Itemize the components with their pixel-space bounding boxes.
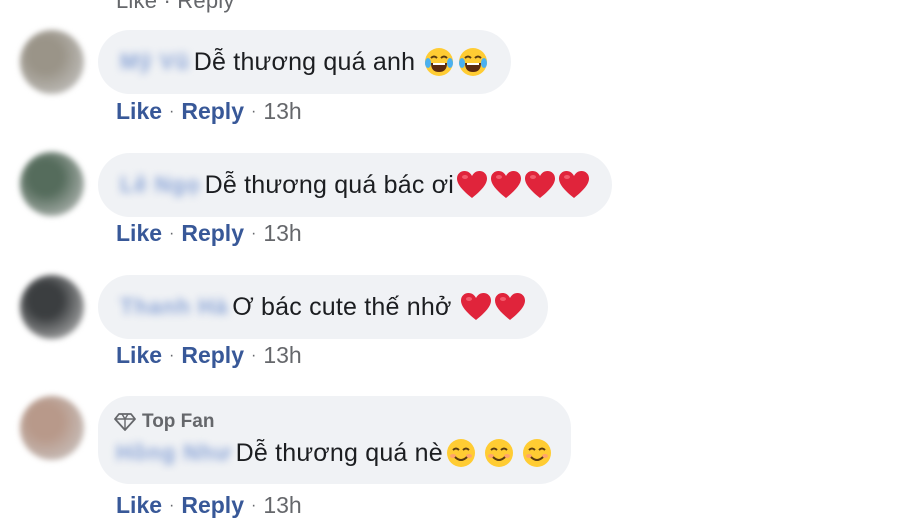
reply-link[interactable]: Reply	[181, 98, 244, 125]
heart-icon	[494, 291, 526, 323]
timestamp[interactable]: 13h	[263, 220, 301, 247]
timestamp[interactable]: 13h	[263, 98, 301, 125]
avatar[interactable]	[20, 152, 84, 216]
laugh-tears-icon	[457, 46, 489, 78]
separator: ·	[251, 496, 257, 514]
separator: ·	[169, 102, 175, 120]
like-link[interactable]: Like	[116, 98, 162, 125]
diamond-icon	[114, 413, 136, 431]
badge-label: Top Fan	[142, 411, 215, 432]
heart-icon	[524, 169, 556, 201]
like-link[interactable]: Like	[116, 220, 162, 247]
separator: ·	[169, 496, 175, 514]
reply-link[interactable]: Reply	[181, 342, 244, 369]
comment-bubble: Lê Ngọ Dễ thương quá bác ơi	[98, 153, 613, 217]
reply-link[interactable]: Reply	[181, 492, 244, 519]
smile-icon	[521, 437, 553, 469]
comment-bubble: Top Fan Hồng Như Dễ thương quá nè	[98, 396, 571, 484]
like-link[interactable]: Like	[116, 342, 162, 369]
commenter-name[interactable]: Thanh Hà	[120, 294, 228, 320]
avatar[interactable]	[20, 396, 84, 460]
commenter-name[interactable]: Hồng Như	[116, 440, 232, 466]
separator: ·	[169, 224, 175, 242]
comment-text: Dễ thương quá anh	[193, 47, 416, 76]
smile-icon	[483, 437, 515, 469]
smile-icon	[445, 437, 477, 469]
previous-comment-actions: Like · Reply	[116, 0, 235, 13]
commenter-name[interactable]: Mỹ Vũ	[120, 49, 190, 75]
commenter-name[interactable]: Lê Ngọ	[120, 172, 201, 198]
avatar[interactable]	[20, 275, 84, 339]
comment-actions: Like · Reply · 13h	[116, 342, 302, 369]
separator: ·	[251, 102, 257, 120]
comment-text: Dễ thương quá nè	[235, 438, 443, 467]
heart-icon	[558, 169, 590, 201]
heart-icon	[460, 291, 492, 323]
heart-icon	[456, 169, 488, 201]
timestamp[interactable]: 13h	[263, 492, 301, 519]
top-fan-badge[interactable]: Top Fan	[114, 411, 214, 433]
separator: ·	[169, 346, 175, 364]
laugh-tears-icon	[423, 46, 455, 78]
comment-text: Ơ bác cute thế nhở	[232, 292, 452, 321]
separator: ·	[251, 346, 257, 364]
comment-bubble: Mỹ Vũ Dễ thương quá anh	[98, 30, 512, 94]
comment-bubble: Thanh Hà Ơ bác cute thế nhở	[98, 275, 548, 339]
timestamp[interactable]: 13h	[263, 342, 301, 369]
comment-actions: Like · Reply · 13h	[116, 492, 302, 519]
comment-actions: Like · Reply · 13h	[116, 220, 302, 247]
avatar[interactable]	[20, 30, 84, 94]
comment-text: Dễ thương quá bác ơi	[204, 170, 455, 199]
separator: ·	[251, 224, 257, 242]
heart-icon	[490, 169, 522, 201]
reply-link[interactable]: Reply	[181, 220, 244, 247]
comment-actions: Like · Reply · 13h	[116, 98, 302, 125]
like-link[interactable]: Like	[116, 492, 162, 519]
